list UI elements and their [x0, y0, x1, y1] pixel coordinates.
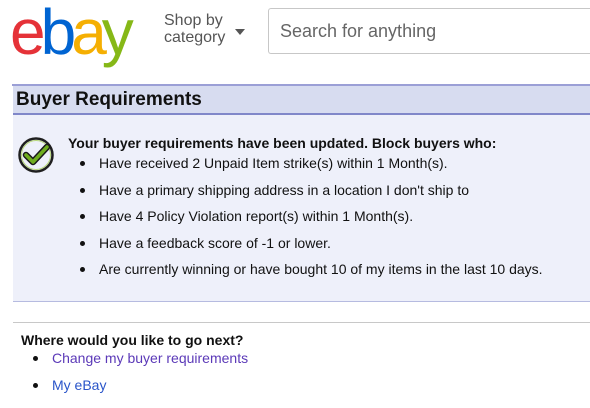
shop-by-category-button[interactable]: Shop by category — [164, 12, 245, 46]
change-buyer-requirements-link[interactable]: Change my buyer requirements — [52, 350, 248, 366]
logo-letter-b: b — [40, 0, 77, 68]
page-title: Buyer Requirements — [16, 89, 202, 110]
logo-letter-e: e — [10, 0, 46, 68]
caret-down-icon — [235, 29, 245, 35]
requirement-item: Are currently winning or have bought 10 … — [80, 256, 543, 283]
ebay-logo[interactable]: ebay — [10, 0, 134, 64]
category-label: category — [164, 29, 226, 46]
requirement-item: Have received 2 Unpaid Item strike(s) wi… — [80, 150, 543, 177]
list-item: My eBay — [33, 372, 248, 399]
search-input[interactable] — [269, 9, 590, 53]
my-ebay-link[interactable]: My eBay — [52, 377, 106, 393]
requirement-item: Have a feedback score of -1 or lower. — [80, 230, 543, 257]
logo-letter-y: y — [101, 0, 134, 68]
list-item: Change my buyer requirements — [33, 345, 248, 372]
search-box[interactable] — [268, 8, 590, 54]
global-header: ebay Shop by category — [0, 0, 590, 66]
shop-by-label: Shop by — [164, 12, 223, 29]
requirement-item: Have 4 Policy Violation report(s) within… — [80, 203, 543, 230]
panel-bottom-rule — [13, 301, 590, 302]
requirement-item: Have a primary shipping address in a loc… — [80, 177, 543, 204]
title-bar: Buyer Requirements — [13, 86, 590, 113]
checkmark-circle-icon — [18, 137, 54, 173]
buyer-requirements-list: Have received 2 Unpaid Item strike(s) wi… — [80, 150, 543, 283]
next-steps-list: Change my buyer requirements My eBay — [33, 345, 248, 398]
section-divider — [13, 322, 590, 323]
logo-letter-a: a — [71, 0, 107, 68]
